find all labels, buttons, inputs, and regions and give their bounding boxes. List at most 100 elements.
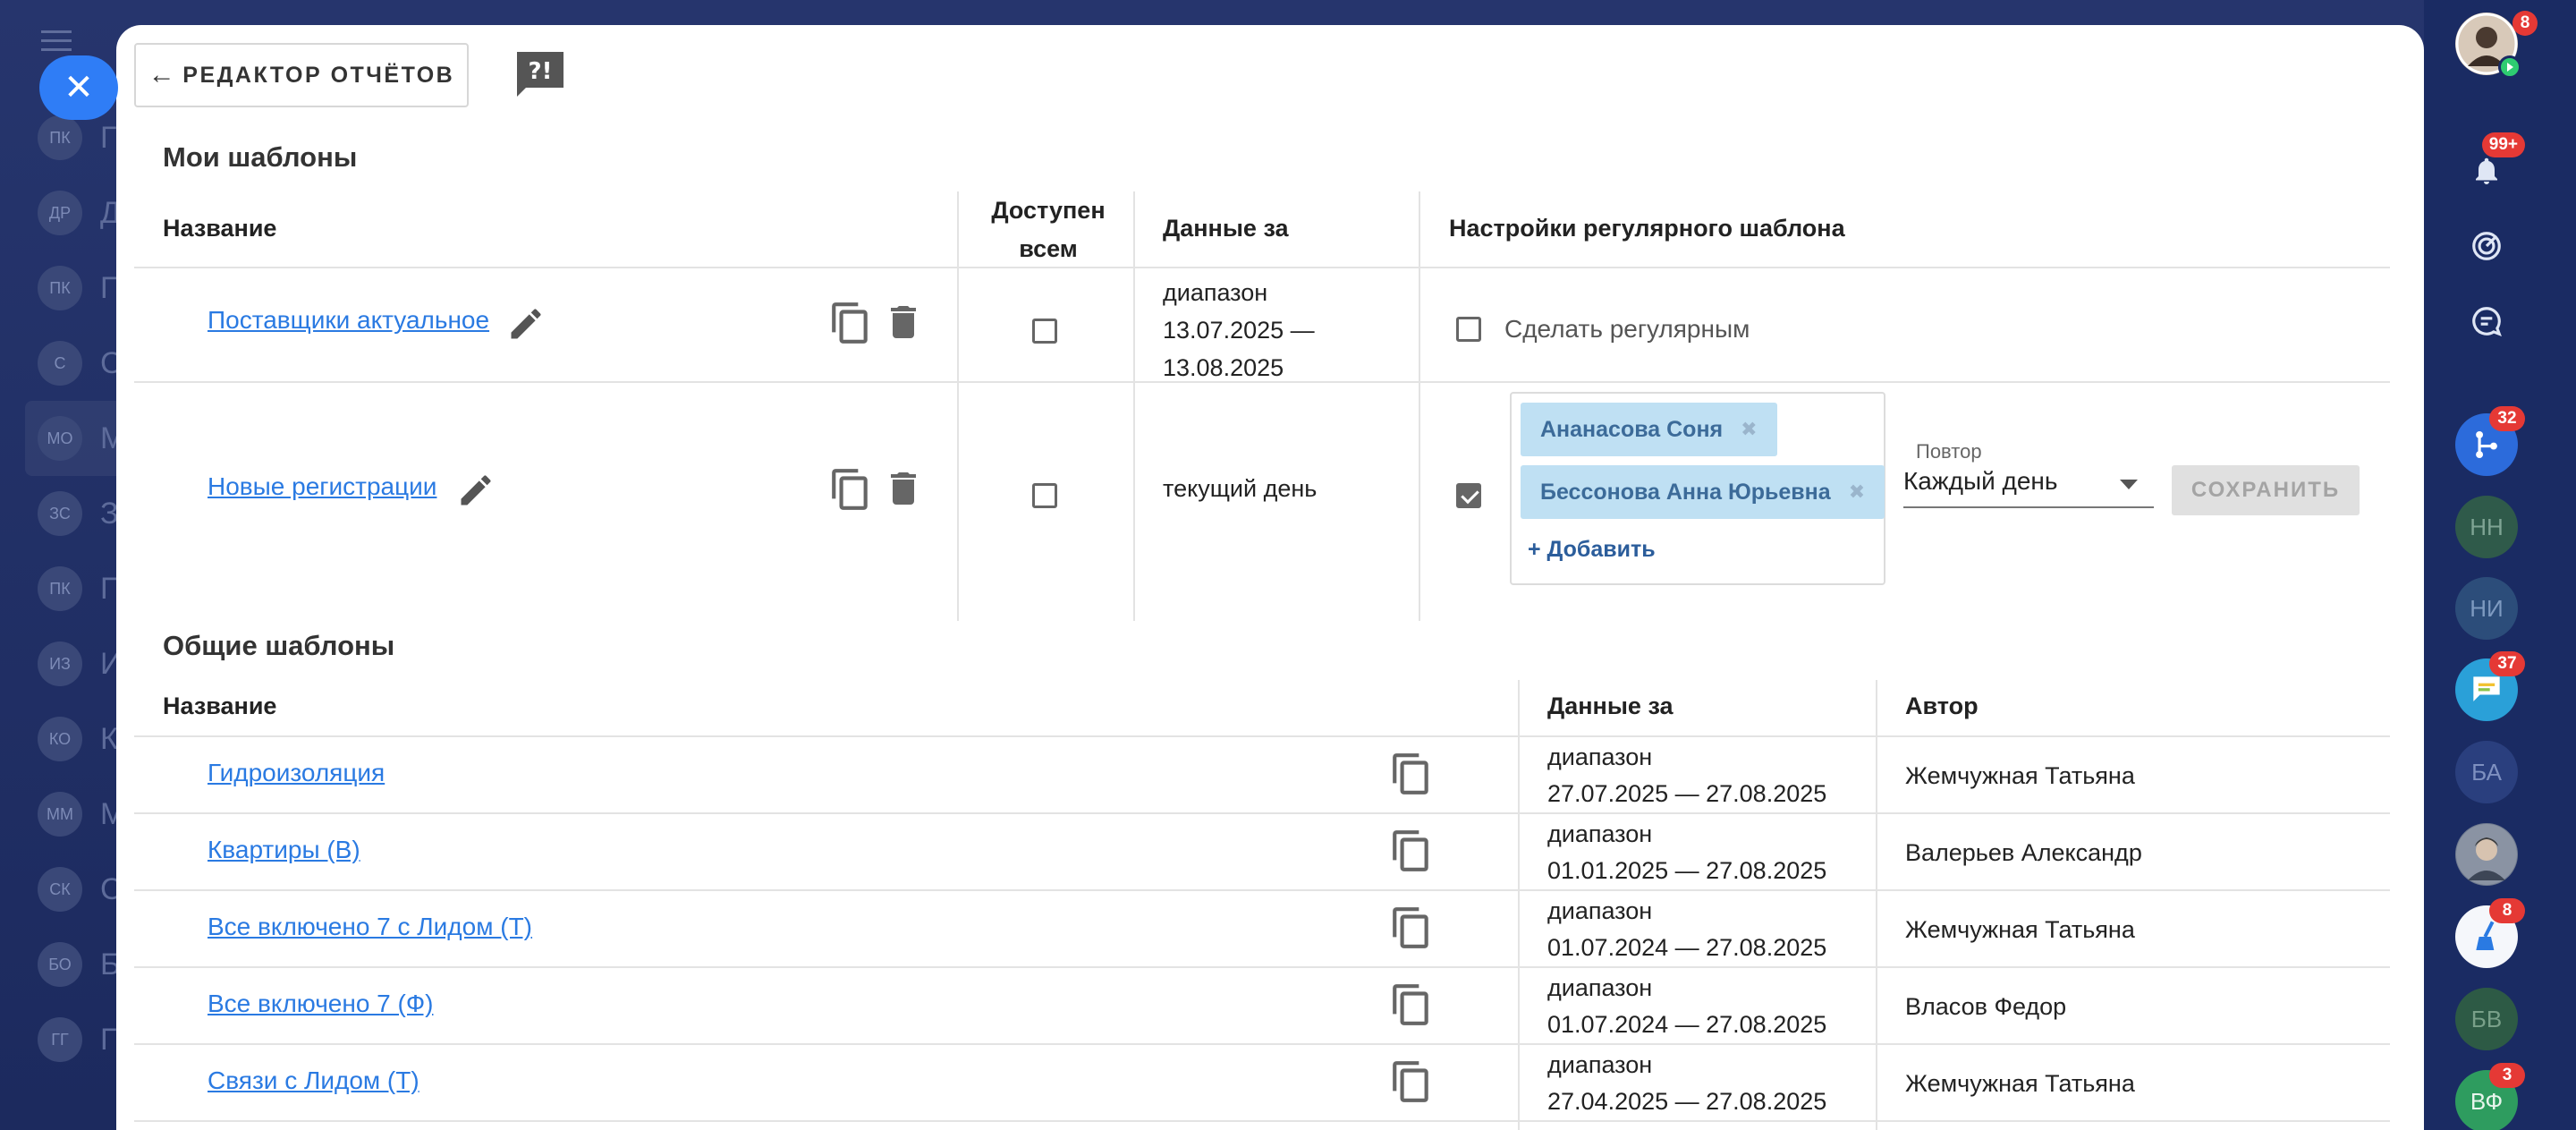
- recipient-chip[interactable]: Ананасова Соня ✖: [1521, 403, 1777, 456]
- avatar: СК: [38, 867, 82, 912]
- template-link[interactable]: Гидроизоляция: [208, 759, 385, 787]
- template-link[interactable]: Связи с Лидом (Т): [208, 1066, 419, 1095]
- template-link[interactable]: Новые регистрации: [208, 472, 436, 501]
- contact-photo[interactable]: [2455, 823, 2518, 886]
- top-right-badge: 8: [2512, 11, 2538, 36]
- column-header-author: Автор: [1905, 692, 1979, 719]
- chat-search-icon: [2472, 307, 2502, 336]
- chat-button[interactable]: 37: [2455, 651, 2525, 721]
- flows-button[interactable]: 32: [2455, 406, 2525, 476]
- menu-icon: [41, 30, 72, 52]
- close-icon: ✕: [64, 68, 94, 107]
- bell-icon: [2476, 157, 2497, 184]
- flow-icon: [2476, 430, 2497, 459]
- author: Жемчужная Татьяна: [1905, 1070, 2135, 1097]
- add-recipient-button[interactable]: + Добавить: [1528, 537, 1656, 563]
- copy-icon[interactable]: [1389, 905, 1434, 950]
- avatar: ПК: [38, 266, 82, 310]
- arrow-left-icon: ←: [148, 60, 178, 89]
- copy-icon[interactable]: [828, 301, 873, 345]
- notifications-badge: 99+: [2481, 132, 2525, 157]
- copy-icon[interactable]: [1389, 828, 1434, 873]
- range-label: диапазон: [1547, 974, 1653, 1001]
- template-link[interactable]: Все включено 7 (Ф): [208, 990, 433, 1018]
- radar-button[interactable]: [2455, 215, 2518, 277]
- range-value: 01.07.2024 — 27.08.2025: [1547, 934, 1827, 961]
- contact-vf-badge: 3: [2489, 1063, 2525, 1088]
- column-header-data-for: Данные за: [1163, 215, 1289, 242]
- save-button[interactable]: СОХРАНИТЬ: [2172, 465, 2360, 515]
- broom-icon: [2476, 921, 2495, 950]
- range-value: 27.04.2025 — 27.08.2025: [1547, 1088, 1827, 1115]
- author: Жемчужная Татьяна: [1905, 916, 2135, 943]
- user-avatar[interactable]: 8: [2455, 11, 2538, 79]
- delete-icon[interactable]: [882, 467, 925, 510]
- contact-vf[interactable]: ВФ 3: [2455, 1063, 2525, 1130]
- available-to-all-checkbox[interactable]: [1032, 483, 1057, 508]
- recipient-chip[interactable]: Бессонова Анна Юрьевна ✖: [1521, 465, 1885, 519]
- cleanup-button[interactable]: 8: [2455, 898, 2525, 968]
- copy-icon[interactable]: [1389, 752, 1434, 796]
- copy-icon[interactable]: [1389, 982, 1434, 1027]
- avatar: БО: [38, 942, 82, 987]
- delete-icon[interactable]: [882, 301, 925, 344]
- avatar: ГГ: [38, 1017, 82, 1062]
- copy-icon[interactable]: [1389, 1059, 1434, 1104]
- cleanup-badge: 8: [2489, 898, 2525, 923]
- avatar: С: [38, 341, 82, 386]
- avatar-photo-icon: [2456, 824, 2517, 885]
- chat-badge: 37: [2489, 651, 2525, 676]
- template-link[interactable]: Квартиры (В): [208, 836, 360, 864]
- column-header-name: Название: [163, 692, 277, 719]
- remove-icon[interactable]: ✖: [1849, 480, 1865, 504]
- avatar: МО: [38, 416, 82, 461]
- radar-icon: [2472, 232, 2501, 260]
- contact-nn[interactable]: НН: [2455, 496, 2518, 558]
- feedback-icon[interactable]: ?!: [513, 48, 567, 100]
- edit-icon[interactable]: [506, 304, 546, 344]
- recipients-box: Ананасова Соня ✖ Бессонова Анна Юрьевна …: [1510, 392, 1885, 585]
- online-status-icon: [2498, 55, 2521, 79]
- column-header-regular: Настройки регулярного шаблона: [1449, 215, 1845, 242]
- contact-bv[interactable]: БВ: [2455, 988, 2518, 1050]
- avatar: ММ: [38, 792, 82, 837]
- avatar: ПК: [38, 566, 82, 611]
- range-value: 01.01.2025 — 27.08.2025: [1547, 857, 1827, 884]
- data-for-line: диапазон: [1163, 279, 1268, 306]
- avatar: ДР: [38, 191, 82, 235]
- make-regular-checkbox[interactable]: [1456, 317, 1481, 342]
- remove-icon[interactable]: ✖: [1741, 418, 1757, 441]
- range-label: диапазон: [1547, 1051, 1653, 1078]
- right-rail: 8 99+ 32 НН НИ 37 БА 8 БВ ВФ 3: [2424, 0, 2576, 1130]
- data-for-line: 13.08.2025: [1163, 354, 1284, 381]
- range-value: 01.07.2024 — 27.08.2025: [1547, 1011, 1827, 1038]
- repeat-label: Повтор: [1916, 440, 1982, 463]
- column-header-available: Доступен всем: [991, 197, 1106, 262]
- search-chat-button[interactable]: [2455, 290, 2518, 353]
- contact-ni[interactable]: НИ: [2455, 577, 2518, 640]
- author: Жемчужная Татьяна: [1905, 762, 2135, 789]
- contact-ba[interactable]: БА: [2455, 741, 2518, 803]
- column-header-name: Название: [163, 215, 277, 242]
- available-to-all-checkbox[interactable]: [1032, 319, 1057, 344]
- back-to-report-editor-button[interactable]: ← РЕДАКТОР ОТЧЁТОВ: [134, 43, 469, 107]
- avatar: ИЗ: [38, 641, 82, 686]
- author: Валерьев Александр: [1905, 839, 2142, 866]
- copy-icon[interactable]: [828, 467, 873, 512]
- make-regular-checkbox[interactable]: [1456, 483, 1481, 508]
- range-label: диапазон: [1547, 820, 1653, 847]
- close-button[interactable]: ✕: [39, 55, 118, 120]
- range-label: диапазон: [1547, 897, 1653, 924]
- template-link[interactable]: Все включено 7 с Лидом (Т): [208, 913, 532, 941]
- range-label: диапазон: [1547, 743, 1653, 770]
- edit-icon[interactable]: [456, 471, 496, 510]
- svg-text:?!: ?!: [529, 58, 553, 85]
- notifications-button[interactable]: 99+: [2455, 132, 2525, 202]
- make-regular-label: Сделать регулярным: [1504, 315, 1750, 343]
- avatar: ЗС: [38, 491, 82, 536]
- avatar: ПК: [38, 115, 82, 160]
- author: Власов Федор: [1905, 993, 2067, 1020]
- column-header-data-for: Данные за: [1547, 692, 1674, 719]
- template-link[interactable]: Поставщики актуальное: [208, 306, 489, 335]
- flows-badge: 32: [2489, 406, 2525, 431]
